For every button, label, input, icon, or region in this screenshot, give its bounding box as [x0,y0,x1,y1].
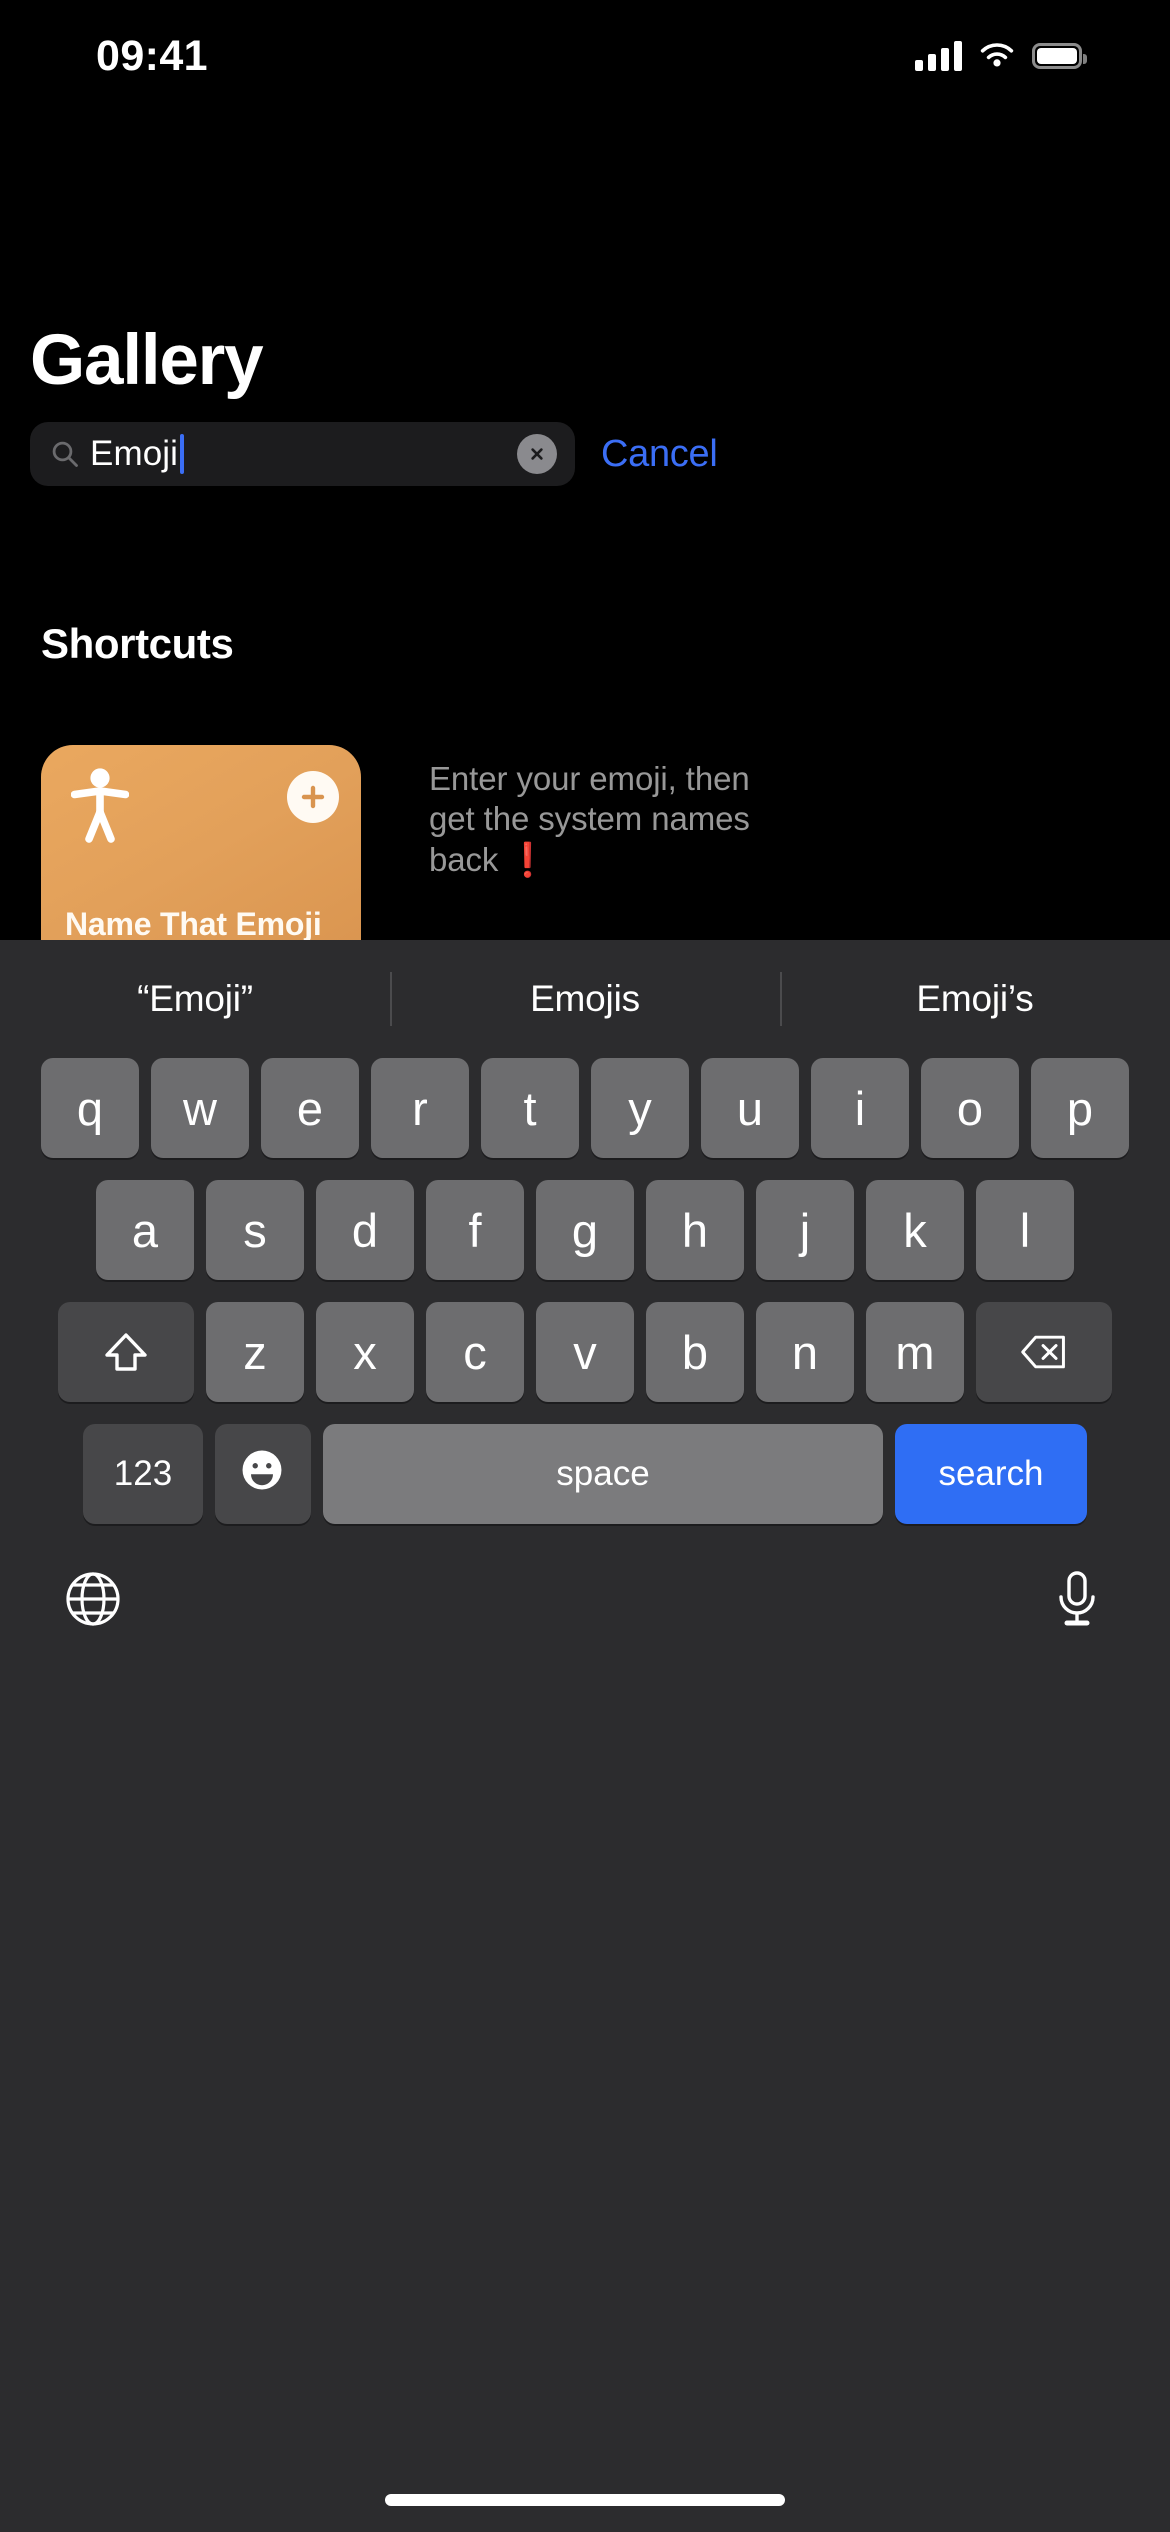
key-r[interactable]: r [371,1058,469,1158]
key-l[interactable]: l [976,1180,1074,1280]
battery-full-icon [1032,43,1087,69]
key-u[interactable]: u [701,1058,799,1158]
keyboard-row-1: q w e r t y u i o p [11,1058,1159,1158]
key-t[interactable]: t [481,1058,579,1158]
keyboard-bottom-bar [0,1546,1170,1635]
search-input[interactable]: Emoji [30,422,575,486]
status-bar-indicators [915,41,1087,71]
key-o[interactable]: o [921,1058,1019,1158]
key-y[interactable]: y [591,1058,689,1158]
globe-language-key[interactable] [62,1568,124,1635]
add-shortcut-button[interactable] [287,771,339,823]
phone-screen: 09:41 Gallery Emoji Cancel Shortcuts Nam… [0,0,1170,2532]
shortcut-description: Enter your emoji, then get the system na… [429,745,759,973]
shortcut-description-line-1: Enter your emoji, then [429,760,750,797]
shortcut-result-row: Name That Emoji Enter your emoji, then g… [41,745,1141,973]
key-n[interactable]: n [756,1302,854,1402]
key-b[interactable]: b [646,1302,744,1402]
key-x[interactable]: x [316,1302,414,1402]
key-h[interactable]: h [646,1180,744,1280]
key-a[interactable]: a [96,1180,194,1280]
exclamation-emoji: ❗ [507,840,549,878]
key-v[interactable]: v [536,1302,634,1402]
shortcut-card-title: Name That Emoji [65,906,322,942]
status-bar-time: 09:41 [96,31,208,80]
signal-bars-icon [915,41,962,71]
cancel-button[interactable]: Cancel [601,433,718,476]
status-bar: 09:41 [0,0,1170,100]
clear-search-button[interactable] [517,434,557,474]
shift-key[interactable] [58,1302,194,1402]
shortcut-description-line-2: get the system names [429,800,750,838]
keyboard-rows: q w e r t y u i o p a s d f g h j k l z … [0,1058,1170,1524]
close-icon [531,448,543,460]
key-e[interactable]: e [261,1058,359,1158]
key-k[interactable]: k [866,1180,964,1280]
key-c[interactable]: c [426,1302,524,1402]
keyboard-row-3: z x c v b n m [11,1302,1159,1402]
text-caret [180,434,185,474]
key-d[interactable]: d [316,1180,414,1280]
key-z[interactable]: z [206,1302,304,1402]
microphone-icon [1059,1571,1095,1626]
keyboard-row-4: 123 space search [11,1424,1159,1524]
key-q[interactable]: q [41,1058,139,1158]
shortcut-card-name-that-emoji[interactable]: Name That Emoji [41,745,361,973]
key-w[interactable]: w [151,1058,249,1158]
key-g[interactable]: g [536,1180,634,1280]
key-f[interactable]: f [426,1180,524,1280]
key-i[interactable]: i [811,1058,909,1158]
smiley-face-icon [237,1448,289,1500]
accessibility-person-icon [70,767,130,843]
search-return-key[interactable]: search [895,1424,1087,1524]
plus-icon [301,785,325,809]
search-row: Emoji Cancel [30,422,1140,486]
suggestion-2[interactable]: Emoji’s [780,978,1170,1020]
key-m[interactable]: m [866,1302,964,1402]
search-input-value: Emoji [90,434,179,473]
shift-up-arrow-icon [105,1333,147,1371]
page-title: Gallery [30,321,264,400]
section-title-shortcuts: Shortcuts [41,620,234,667]
search-icon [50,439,80,469]
home-indicator-bar [385,2494,785,2506]
emoji-key[interactable] [215,1424,311,1524]
dictation-key[interactable] [1046,1568,1108,1635]
space-key[interactable]: space [323,1424,883,1524]
key-j[interactable]: j [756,1180,854,1280]
globe-language-icon [66,1572,120,1626]
suggestion-0[interactable]: “Emoji” [0,978,390,1020]
key-p[interactable]: p [1031,1058,1129,1158]
suggestion-1[interactable]: Emojis [390,978,780,1020]
key-s[interactable]: s [206,1180,304,1280]
delete-key[interactable] [976,1302,1112,1402]
on-screen-keyboard: “Emoji” Emojis Emoji’s q w e r t y u i o… [0,940,1170,2532]
backspace-delete-icon [1021,1335,1065,1369]
keyboard-row-2: a s d f g h j k l [11,1180,1159,1280]
wifi-icon [978,42,1016,70]
autocorrect-suggestion-bar: “Emoji” Emojis Emoji’s [0,940,1170,1058]
shortcut-description-line-3: back [429,840,499,878]
numeric-mode-key[interactable]: 123 [83,1424,203,1524]
